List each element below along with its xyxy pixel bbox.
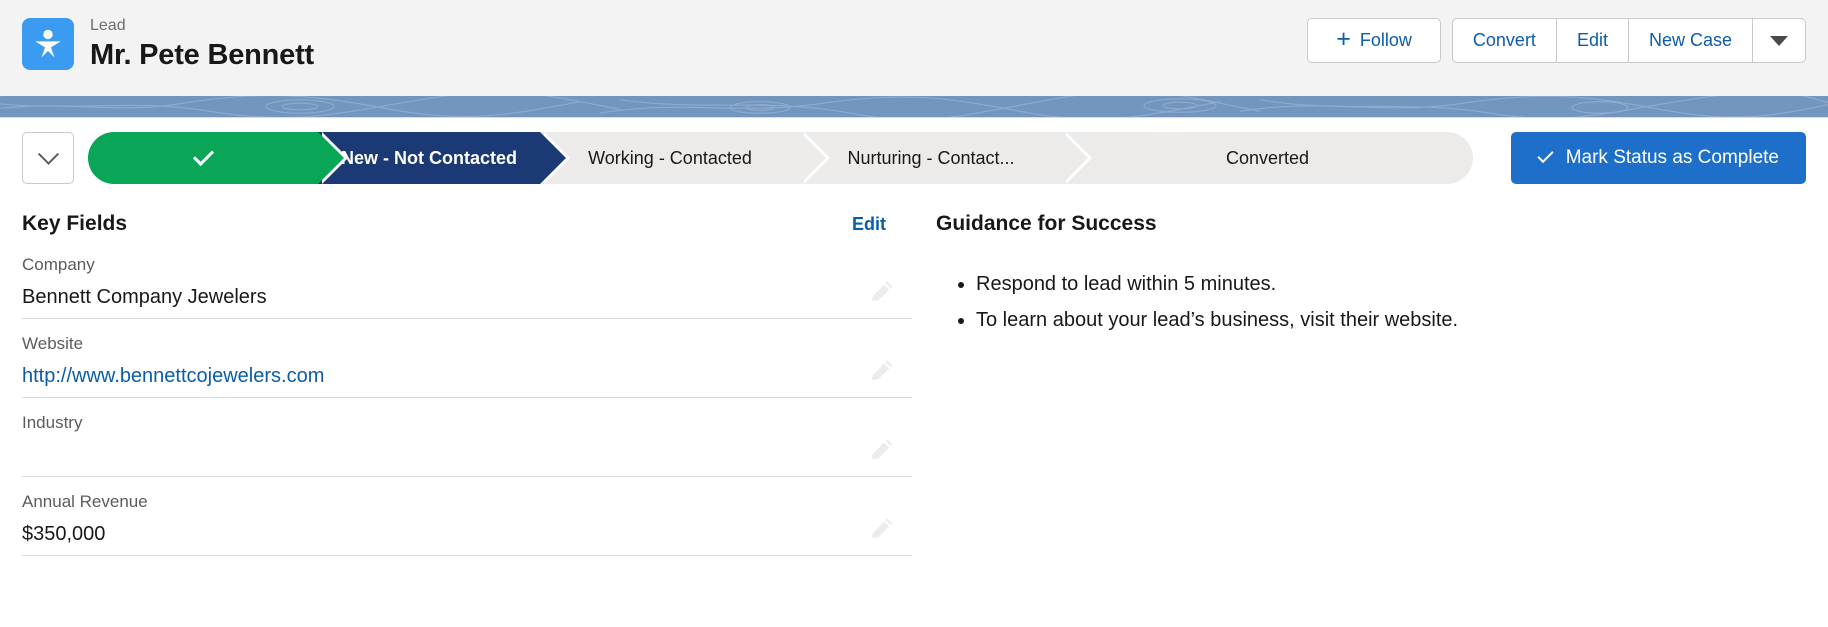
follow-button-label: Follow (1359, 30, 1412, 50)
chevron-down-icon (37, 143, 59, 165)
path-step-converted[interactable]: Converted (1062, 132, 1473, 184)
path-step-working-contacted[interactable]: Working - Contacted (540, 132, 830, 184)
check-icon (192, 144, 214, 166)
path-step-nurturing-contacted[interactable]: Nurturing - Contact... (800, 132, 1092, 184)
field-annual-revenue: Annual Revenue $350,000 (22, 477, 912, 556)
object-type-label: Lead (90, 17, 126, 34)
path-step-label: New - Not Contacted (340, 147, 517, 168)
pencil-icon[interactable] (868, 517, 894, 543)
path-expand-toggle[interactable] (22, 132, 74, 184)
record-title-block: Lead Mr. Pete Bennett (90, 16, 314, 72)
check-icon (1537, 146, 1554, 164)
field-value: $350,000 (22, 523, 106, 545)
field-value (22, 441, 912, 469)
field-label: Website (22, 334, 84, 353)
key-fields-panel: Key Fields Edit Company Bennett Company … (22, 198, 912, 556)
path-step-label: Working - Contacted (588, 147, 752, 168)
field-website: Website http://www.bennettcojewelers.com (22, 319, 912, 398)
path-step-label: Converted (1225, 147, 1310, 168)
more-actions-button[interactable] (1753, 18, 1806, 63)
plus-icon: + (1336, 25, 1351, 53)
pencil-icon[interactable] (868, 359, 894, 385)
record-header: Lead Mr. Pete Bennett + Follow Convert E… (0, 0, 1828, 96)
pencil-icon[interactable] (868, 438, 894, 464)
mark-status-complete-label: Mark Status as Complete (1565, 147, 1779, 168)
new-case-button[interactable]: New Case (1628, 18, 1753, 63)
field-value: Bennett Company Jewelers (22, 286, 267, 308)
sales-path: New - Not Contacted Working - Contacted … (0, 118, 1828, 198)
path-step-new-not-contacted[interactable]: New - Not Contacted (318, 132, 570, 184)
record-body: Key Fields Edit Company Bennett Company … (0, 198, 1828, 556)
pencil-icon[interactable] (868, 280, 894, 306)
field-value-link[interactable]: http://www.bennettcojewelers.com (22, 362, 912, 390)
field-label: Industry (22, 413, 83, 432)
field-label: Company (22, 255, 95, 274)
field-industry: Industry (22, 398, 912, 477)
field-label: Annual Revenue (22, 492, 148, 511)
key-fields-edit-link[interactable]: Edit (852, 214, 912, 235)
header-button-group: Convert Edit New Case (1451, 18, 1806, 63)
path-steps: New - Not Contacted Working - Contacted … (88, 132, 1473, 184)
guidance-title: Guidance for Success (936, 212, 1157, 235)
chevron-down-icon (1770, 35, 1788, 46)
path-step-label: Nurturing - Contact... (847, 147, 1015, 168)
header-action-bar: + Follow Convert Edit New Case (1307, 18, 1806, 63)
edit-button[interactable]: Edit (1556, 18, 1629, 63)
list-item: To learn about your lead’s business, vis… (976, 302, 1806, 338)
guidance-panel: Guidance for Success Respond to lead wit… (912, 198, 1806, 556)
mark-status-complete-button[interactable]: Mark Status as Complete (1510, 132, 1806, 184)
field-company: Company Bennett Company Jewelers (22, 240, 912, 319)
record-banner (0, 96, 1828, 118)
key-fields-header: Key Fields Edit (22, 198, 912, 240)
path-step-completed[interactable] (88, 132, 348, 184)
follow-button[interactable]: + Follow (1307, 18, 1441, 63)
page-title: Mr. Pete Bennett (90, 39, 315, 71)
guidance-list: Respond to lead within 5 minutes. To lea… (936, 266, 1806, 338)
key-fields-title: Key Fields (22, 212, 128, 235)
convert-button[interactable]: Convert (1451, 18, 1557, 63)
list-item: Respond to lead within 5 minutes. (976, 266, 1806, 302)
record-header-identity: Lead Mr. Pete Bennett (22, 16, 314, 72)
lead-person-icon (22, 18, 74, 70)
